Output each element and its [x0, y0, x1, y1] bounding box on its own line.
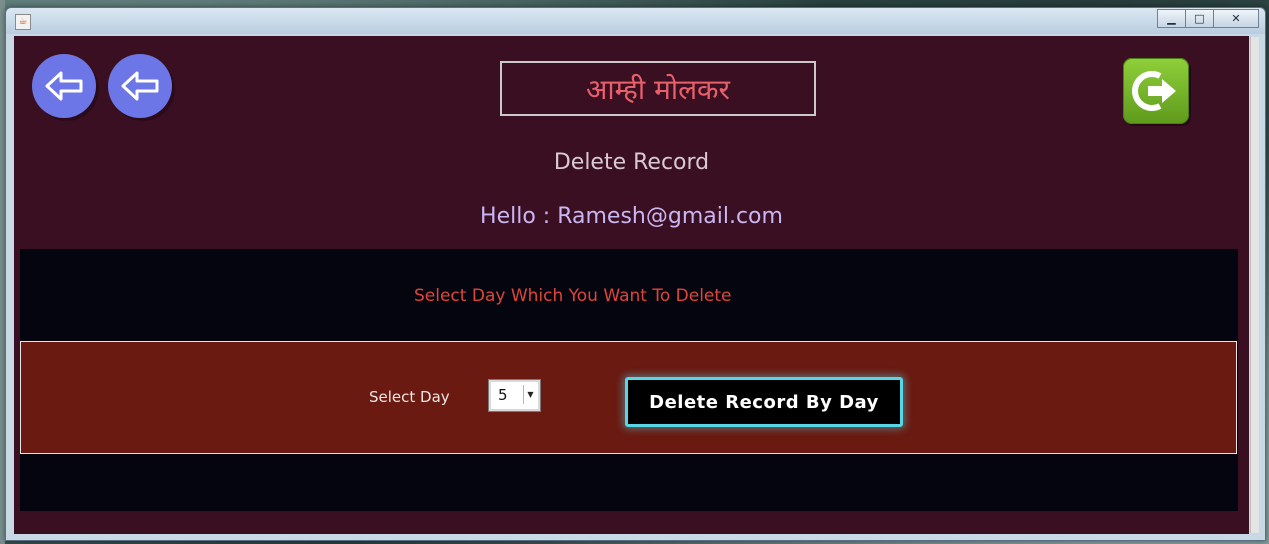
- logout-button[interactable]: [1123, 58, 1189, 124]
- day-select[interactable]: 5 ▼: [488, 379, 541, 412]
- user-greeting: Hello : Ramesh@gmail.com: [480, 204, 783, 229]
- chevron-down-icon[interactable]: ▼: [523, 385, 537, 404]
- delete-prompt: Select Day Which You Want To Delete: [414, 286, 732, 306]
- close-button[interactable]: ✕: [1213, 9, 1259, 28]
- logout-icon: [1132, 71, 1176, 111]
- back-button-primary[interactable]: [32, 54, 96, 118]
- window-controls: ▁ □ ✕: [1157, 9, 1259, 28]
- minimize-button[interactable]: ▁: [1157, 9, 1186, 28]
- page-heading: Delete Record: [553, 150, 710, 175]
- day-select-value: 5: [498, 386, 508, 404]
- java-app-icon: ☕: [15, 14, 31, 30]
- maximize-button[interactable]: □: [1185, 9, 1214, 28]
- select-day-label: Select Day: [369, 388, 450, 406]
- arrow-left-icon: [45, 71, 83, 101]
- main-content: आम्ही मोलकर Delete Record Hello : Ramesh…: [14, 36, 1249, 534]
- arrow-left-icon: [121, 71, 159, 101]
- vertical-scrollbar[interactable]: [1250, 37, 1259, 533]
- app-window: ☕ ▁ □ ✕ आम्ही मोलकर Delete Record Hello …: [5, 7, 1266, 541]
- delete-record-by-day-button[interactable]: Delete Record By Day: [625, 377, 903, 427]
- back-button-secondary[interactable]: [108, 54, 172, 118]
- title-bar[interactable]: ☕ ▁ □ ✕: [6, 8, 1265, 34]
- brand-title: आम्ही मोलकर: [585, 72, 731, 106]
- brand-title-box: आम्ही मोलकर: [500, 61, 816, 116]
